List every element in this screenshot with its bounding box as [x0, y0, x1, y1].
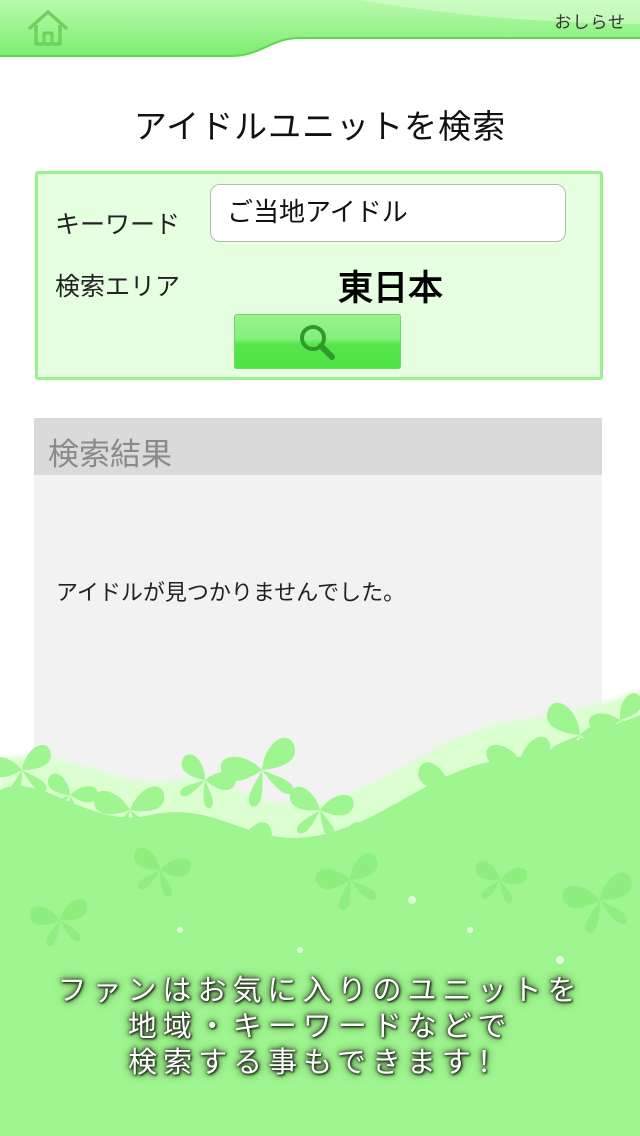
magnifier-icon — [300, 325, 335, 360]
keyword-input[interactable]: ご当地アイドル — [210, 184, 566, 242]
search-panel: キーワード ご当地アイドル 検索エリア 東日本 — [35, 171, 603, 380]
top-bar-background — [0, 0, 640, 57]
promo-line-1: ファンはお気に入りのユニットを — [57, 973, 583, 1007]
keyword-label: キーワード — [55, 210, 181, 239]
promo-caption: ファンはお気に入りのユニットを 地域・キーワードなどで 検索する事もできます！ — [0, 972, 640, 1080]
notice-link[interactable]: おしらせ — [554, 8, 626, 33]
results-header-label: 検索結果 — [48, 437, 172, 473]
results-header: 検索結果 — [34, 418, 602, 475]
empty-results-message: アイドルが見つかりませんでした。 — [56, 581, 406, 606]
area-label: 検索エリア — [55, 272, 181, 301]
search-button[interactable] — [234, 314, 401, 369]
home-icon — [28, 10, 68, 46]
home-button[interactable] — [24, 8, 72, 48]
promo-line-3: 検索する事もできます！ — [128, 1045, 512, 1079]
page-title: アイドルユニットを検索 — [133, 107, 507, 146]
top-bar: おしらせ — [0, 0, 640, 60]
promo-line-2: 地域・キーワードなどで — [127, 1009, 513, 1043]
area-selector[interactable]: 東日本 — [338, 260, 443, 311]
